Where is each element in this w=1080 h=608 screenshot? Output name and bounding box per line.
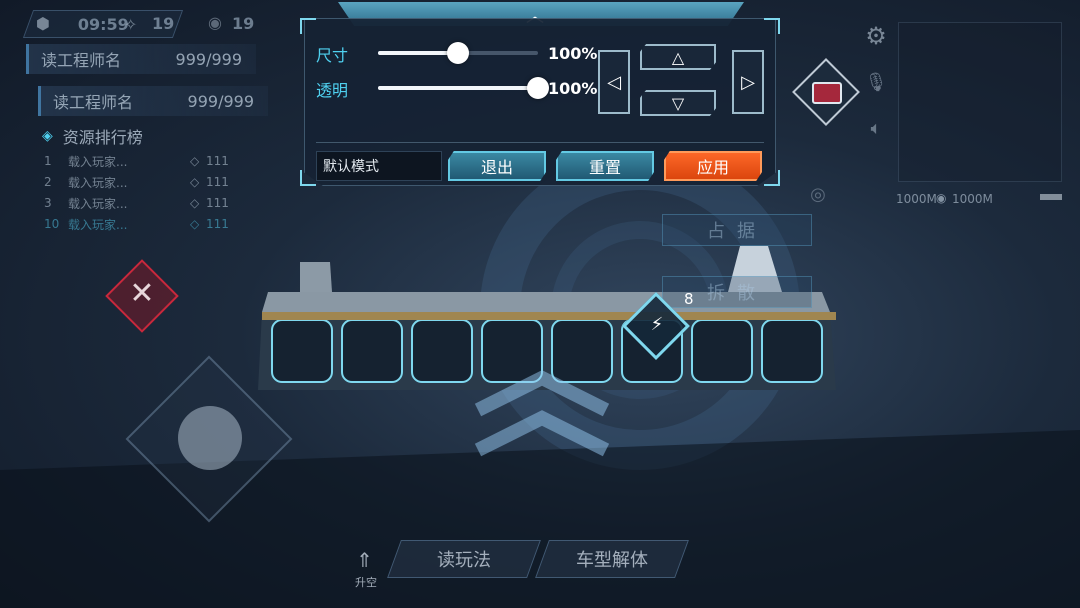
player-nameplate-2: 读工程师名 999/999 bbox=[38, 86, 268, 116]
arrow-up-icon: △ bbox=[671, 47, 685, 67]
size-label: 尺寸 bbox=[316, 46, 349, 65]
rank-value: 111 bbox=[206, 196, 229, 210]
rules-button[interactable]: 读玩法 bbox=[387, 540, 541, 578]
player-health: 999/999 bbox=[175, 49, 242, 69]
rank-number: 2 bbox=[44, 175, 52, 189]
arrow-down-icon: ▽ bbox=[671, 93, 685, 113]
view-eye-icon[interactable]: ◎ bbox=[802, 182, 834, 206]
rules-label: 读玩法 bbox=[437, 550, 491, 571]
close-icon: ✕ bbox=[129, 276, 155, 311]
leaderboard-row: 2 载入玩家... ◇ 111 bbox=[44, 172, 244, 192]
block-count: 8 bbox=[684, 290, 694, 308]
rank-number: 3 bbox=[44, 196, 52, 210]
leaderboard-row-self: 10 载入玩家... ◇ 111 bbox=[44, 214, 244, 234]
rank-player-name: 载入玩家... bbox=[68, 217, 128, 232]
opacity-value: 100% bbox=[548, 79, 598, 98]
exit-button[interactable]: 退出 bbox=[448, 151, 546, 181]
rank-value: 111 bbox=[206, 175, 229, 189]
opacity-label: 透明 bbox=[316, 81, 349, 100]
rank-player-name: 载入玩家... bbox=[68, 154, 128, 169]
joystick-knob[interactable] bbox=[178, 406, 242, 470]
move-left-button[interactable]: ◁ bbox=[598, 50, 630, 114]
minimap[interactable] bbox=[898, 22, 1062, 182]
timer-text: 09:59 bbox=[77, 14, 129, 34]
leaderboard-header[interactable]: ◈ 资源排行榜 bbox=[42, 124, 143, 148]
disassemble-label: 车型解体 bbox=[576, 550, 648, 571]
resource-icon: ◇ bbox=[190, 175, 200, 189]
panel-corner bbox=[764, 18, 780, 34]
resource-icon: ◇ bbox=[190, 196, 200, 210]
player-name: 读工程师名 bbox=[41, 51, 122, 70]
distance-marker-icon: ◉ bbox=[936, 191, 947, 205]
battery-icon: ⚡ bbox=[650, 314, 664, 335]
occupy-button[interactable]: 占据 bbox=[662, 214, 812, 246]
arrow-right-icon: ▷ bbox=[741, 71, 755, 93]
size-slider-fill bbox=[378, 51, 458, 55]
resource-icon: ◇ bbox=[190, 217, 200, 231]
size-slider-handle[interactable] bbox=[447, 42, 469, 64]
leaderboard-row: 1 载入玩家... ◇ 111 bbox=[44, 151, 244, 171]
move-down-button[interactable]: ▽ bbox=[640, 90, 716, 116]
size-slider[interactable] bbox=[378, 42, 538, 64]
rank-player-name: 载入玩家... bbox=[68, 175, 128, 190]
diamond-count: 19 bbox=[152, 14, 175, 33]
apply-button[interactable]: 应用 bbox=[664, 151, 762, 181]
player-nameplate-1: 读工程师名 999/999 bbox=[26, 44, 256, 74]
disassemble-button[interactable]: 车型解体 bbox=[535, 540, 689, 578]
size-value: 100% bbox=[548, 44, 598, 63]
speaker-icon[interactable]: 🔈︎ bbox=[864, 116, 888, 140]
distance-right: 1000M bbox=[952, 192, 993, 206]
arrow-left-icon: ◁ bbox=[607, 71, 621, 93]
move-up-button[interactable]: △ bbox=[640, 44, 716, 70]
rank-number: 1 bbox=[44, 154, 52, 168]
lift-label: 升空 bbox=[355, 576, 377, 589]
diamond-icon: ✧ bbox=[124, 15, 138, 34]
player-health: 999/999 bbox=[187, 91, 254, 111]
rank-number: 10 bbox=[44, 217, 60, 231]
leaderboard-title: 资源排行榜 bbox=[62, 128, 143, 147]
microphone-icon[interactable]: 🎙︎ bbox=[864, 70, 888, 94]
distance-left: 1000M bbox=[896, 192, 937, 206]
gear-icon[interactable]: ⚙ bbox=[862, 22, 890, 50]
opacity-slider-fill bbox=[378, 86, 538, 90]
panel-corner bbox=[300, 18, 316, 34]
rank-value: 111 bbox=[206, 154, 229, 168]
move-right-button[interactable]: ▷ bbox=[732, 50, 764, 114]
rank-player-name: 载入玩家... bbox=[68, 196, 128, 211]
player-name: 读工程师名 bbox=[53, 93, 134, 112]
vehicle-model[interactable] bbox=[258, 246, 836, 390]
rank-value: 111 bbox=[206, 217, 229, 231]
mode-select[interactable]: 默认模式 bbox=[316, 151, 442, 181]
eye-icon: ◉ bbox=[208, 13, 222, 32]
leaderboard-icon: ◈ bbox=[42, 128, 53, 144]
leaderboard-row: 3 载入玩家... ◇ 111 bbox=[44, 193, 244, 213]
reset-button[interactable]: 重置 bbox=[556, 151, 654, 181]
eye-count: 19 bbox=[232, 14, 255, 33]
opacity-slider-handle[interactable] bbox=[527, 77, 549, 99]
panel-corner bbox=[300, 170, 316, 186]
record-camera-icon bbox=[812, 82, 842, 104]
panel-corner bbox=[764, 170, 780, 186]
distance-bar bbox=[1040, 194, 1062, 200]
resource-icon: ◇ bbox=[190, 154, 200, 168]
opacity-slider[interactable] bbox=[378, 77, 549, 99]
lift-icon[interactable]: ⇑ bbox=[356, 548, 373, 572]
panel-divider bbox=[316, 142, 764, 143]
settings-hex-icon: ⬢ bbox=[36, 14, 50, 33]
